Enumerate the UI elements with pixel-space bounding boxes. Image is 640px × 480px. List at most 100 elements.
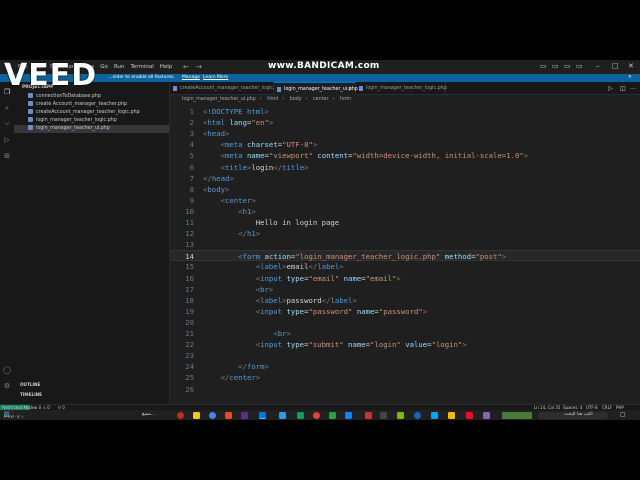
app-icon-red[interactable] <box>365 412 372 419</box>
learn-more-link[interactable]: Learn More <box>203 75 228 80</box>
code-line[interactable]: 5 <meta name="viewport" content="width=d… <box>170 150 640 161</box>
code-line[interactable]: 12 </h1> <box>170 228 640 239</box>
extensions-icon[interactable]: ⊞ <box>3 152 11 160</box>
code-line[interactable]: 25 </center> <box>170 372 640 383</box>
settings-gear-icon[interactable]: ⚙ <box>3 382 11 390</box>
code-line[interactable]: 1 <!DOCTYPE html> <box>170 106 640 117</box>
code-line[interactable]: 10 <h1> <box>170 206 640 217</box>
file-item[interactable]: createAccount_manager_teacher_logic.php <box>14 109 169 117</box>
minimize-icon[interactable]: – <box>596 62 600 70</box>
code-line[interactable]: 6 <title>login</title> <box>170 162 640 173</box>
layout-icon[interactable]: ▭ <box>540 62 547 70</box>
back-arrow-icon[interactable]: ← <box>183 63 189 71</box>
zoom-icon[interactable] <box>414 412 421 419</box>
code-editor[interactable]: 1 <!DOCTYPE html> 2 <html lang="en"> 3 <head>… <box>170 104 640 404</box>
forward-arrow-icon[interactable]: → <box>196 63 202 71</box>
vscode-icon[interactable] <box>259 412 266 419</box>
file-item[interactable]: create Account_manager_teacher.php <box>14 101 169 109</box>
close-icon[interactable]: ✕ <box>628 62 634 70</box>
tab-login-logic[interactable]: login_manager_teacher_logic.php <box>356 82 447 95</box>
layout-icon-3[interactable]: ▭ <box>564 62 571 70</box>
code-line[interactable]: 21 <br> <box>170 328 640 339</box>
search-icon[interactable]: ⌕ <box>3 104 11 112</box>
app-icon-blue[interactable] <box>279 412 286 419</box>
banner-close-icon[interactable]: ✕ <box>628 75 632 80</box>
edge-icon[interactable] <box>431 412 438 419</box>
notification-icon[interactable]: ▢ <box>620 410 626 420</box>
app-icon-crimson[interactable] <box>466 412 473 419</box>
weather-widget-icon[interactable] <box>502 412 532 419</box>
breadcrumb-html[interactable]: html <box>267 97 278 102</box>
file-item[interactable]: connectionToDatabase.php <box>14 93 169 101</box>
folder-icon[interactable] <box>193 412 200 419</box>
code-line[interactable]: 9 <center> <box>170 195 640 206</box>
veed-logo-watermark: VEED <box>4 60 98 93</box>
breadcrumb-form[interactable]: form <box>340 97 351 102</box>
explorer-sidebar: PROJECTAPP connectionToDatabase.php crea… <box>14 82 170 404</box>
code-line[interactable]: 24 </form> <box>170 361 640 372</box>
app-icon-gray[interactable] <box>380 412 387 419</box>
app-icon-green[interactable] <box>297 412 304 419</box>
code-line[interactable]: 4 <meta charset="UTF-8"> <box>170 139 640 150</box>
php-file-icon <box>28 101 33 106</box>
code-line[interactable]: 2 <html lang="en"> <box>170 117 640 128</box>
source-control-icon[interactable]: ⑂ <box>3 120 11 128</box>
code-text: <head> <box>203 129 230 139</box>
maximize-icon[interactable]: □ <box>612 62 619 70</box>
manage-link[interactable]: Manage <box>182 75 200 80</box>
taskbar-app-label[interactable]: مشغ… <box>142 410 155 420</box>
record-app-icon[interactable] <box>177 412 184 419</box>
chrome-icon[interactable] <box>209 412 216 419</box>
code-line[interactable]: 11 Hello in login page <box>170 217 640 228</box>
code-line[interactable]: 8 <body> <box>170 184 640 195</box>
layout-icon-2[interactable]: ▭ <box>552 62 559 70</box>
code-line[interactable]: 16 <input type="email" name="email"> <box>170 273 640 284</box>
run-debug-icon[interactable]: ▷ <box>3 136 11 144</box>
account-icon[interactable]: ◯ <box>3 366 11 374</box>
breadcrumb-body[interactable]: body <box>290 97 302 102</box>
menu-terminal[interactable]: Terminal <box>130 64 153 70</box>
split-editor-icon[interactable]: ◫ <box>620 85 626 92</box>
code-line[interactable]: 3 <head> <box>170 128 640 139</box>
menu-help[interactable]: Help <box>160 64 173 70</box>
code-line[interactable]: 14 <form action="login_manager_teacher_l… <box>170 250 640 262</box>
file-item[interactable]: login_manager_teacher_logic.php <box>14 117 169 125</box>
breadcrumb-file[interactable]: login_manager_teacher_ui.php <box>182 97 256 102</box>
outline-section[interactable]: OUTLINE <box>20 382 40 387</box>
code-line[interactable]: 23 <box>170 350 640 361</box>
code-line[interactable]: 13 <box>170 239 640 250</box>
line-number: 15 <box>185 262 194 272</box>
tab-login-ui[interactable]: login_manager_teacher_ui.php ✕ <box>274 82 358 95</box>
code-text: <meta charset="UTF-8"> <box>220 140 318 150</box>
tab-create-account-logic[interactable]: createAccount_manager_teacher_logic.php <box>170 82 284 95</box>
run-icon[interactable]: ▷ <box>608 85 613 92</box>
code-line[interactable]: 17 <br> <box>170 284 640 295</box>
line-number: 17 <box>185 284 194 294</box>
file-item-active[interactable]: login_manager_teacher_ui.php <box>14 125 169 133</box>
code-text: <input type="password" name="password"> <box>255 306 428 316</box>
code-text: <html lang="en"> <box>203 118 274 128</box>
app-icon-purple[interactable] <box>241 412 248 419</box>
app-icon-store[interactable] <box>345 412 352 419</box>
code-line[interactable]: 18 <label>password</label> <box>170 295 640 306</box>
browser-icon[interactable] <box>313 412 320 419</box>
clock-date[interactable]: ۲۰۲۴/۰۱/۰۱ <box>4 414 24 419</box>
app-icon-violet[interactable] <box>483 412 490 419</box>
code-line[interactable]: 20 <box>170 317 640 328</box>
app-icon-yellow[interactable] <box>448 412 455 419</box>
terminal-icon[interactable] <box>329 412 336 419</box>
layout-icon-4[interactable]: ▭ <box>576 62 583 70</box>
breadcrumb-center[interactable]: center <box>313 97 328 102</box>
app-icon-lime[interactable] <box>397 412 404 419</box>
timeline-section[interactable]: TIMELINE <box>20 392 42 397</box>
code-line[interactable]: 15 <label>email</label> <box>170 261 640 272</box>
more-actions-icon[interactable]: … <box>630 84 636 91</box>
line-number: 7 <box>189 173 194 183</box>
code-line[interactable]: 22 <input type="submit" name="login" val… <box>170 339 640 350</box>
code-line[interactable]: 7 </head> <box>170 173 640 184</box>
menu-run[interactable]: Run <box>114 64 125 70</box>
menu-go[interactable]: Go <box>100 64 108 70</box>
office-icon[interactable] <box>225 412 232 419</box>
code-line[interactable]: 19 <input type="password" name="password… <box>170 306 640 317</box>
code-line[interactable]: 26 <box>170 384 640 395</box>
